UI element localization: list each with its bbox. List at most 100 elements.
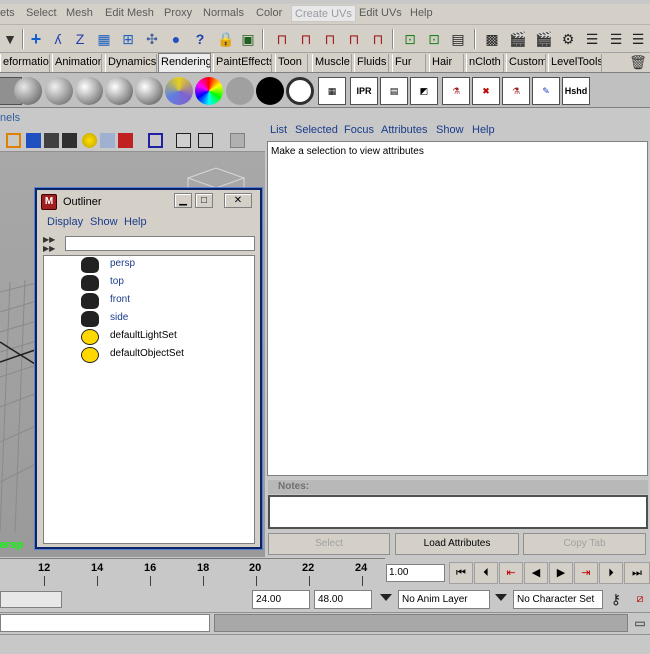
- menu-item-select[interactable]: Select: [26, 7, 57, 19]
- menu-set-dropdown-icon[interactable]: ▼: [0, 28, 20, 50]
- go-to-start-icon[interactable]: ⏮: [449, 562, 473, 584]
- layered-shader-icon[interactable]: [165, 77, 193, 105]
- ipr-render-shelf-icon[interactable]: IPR: [350, 77, 378, 105]
- step-back-key-icon[interactable]: ⇤: [499, 562, 523, 584]
- tab-toon[interactable]: Toon: [275, 54, 308, 72]
- tab-ncloth[interactable]: nCloth: [466, 54, 504, 72]
- playback-end-field[interactable]: 48.00: [314, 590, 372, 609]
- step-back-frame-icon[interactable]: ⏴: [474, 562, 498, 584]
- load-attributes-button[interactable]: Load Attributes: [395, 533, 519, 555]
- render-view-icon[interactable]: ▩: [482, 28, 502, 50]
- output-connections-icon[interactable]: ⊡: [424, 28, 444, 50]
- render-settings-icon[interactable]: ⚙: [558, 28, 578, 50]
- tab-muscle[interactable]: Muscle: [312, 54, 352, 72]
- render-flask-icon[interactable]: ⚗: [442, 77, 470, 105]
- magnet-curve-icon[interactable]: ⊓: [296, 28, 316, 50]
- menu-item-proxy[interactable]: Proxy: [164, 7, 192, 19]
- minimize-icon[interactable]: ▁: [174, 193, 192, 208]
- outliner-item-side[interactable]: side: [44, 310, 254, 328]
- shading-map-icon[interactable]: [226, 77, 254, 105]
- outliner-menu-display[interactable]: Display: [47, 216, 83, 228]
- menu-item-create-uvs[interactable]: Create UVs: [291, 5, 356, 22]
- outliner-item-defaultlightset[interactable]: defaultLightSet: [44, 328, 254, 346]
- menu-item-mesh[interactable]: Mesh: [66, 7, 93, 19]
- preferences-icon[interactable]: ⧄: [630, 588, 650, 610]
- maximize-icon[interactable]: □: [195, 193, 213, 208]
- play-backwards-icon[interactable]: ◀: [524, 562, 548, 584]
- time-slider[interactable]: 12 14 16 18 20 22 24: [0, 558, 385, 588]
- batch-render-flask-icon[interactable]: ⚗: [502, 77, 530, 105]
- phong-shader-icon[interactable]: [75, 77, 103, 105]
- xray-cube-icon[interactable]: [118, 133, 133, 148]
- tab-fur[interactable]: Fur: [392, 54, 426, 72]
- light-bulb-icon[interactable]: [82, 133, 97, 148]
- tab-painteffects[interactable]: PaintEffects: [213, 54, 272, 72]
- menu-item-edit-uvs[interactable]: Edit UVs: [359, 7, 402, 19]
- trash-icon[interactable]: 🗑: [628, 51, 648, 73]
- tab-custom[interactable]: Custom: [506, 54, 546, 72]
- shadow-cube-icon[interactable]: [100, 133, 115, 148]
- tab-hair[interactable]: Hair: [429, 54, 464, 72]
- current-frame-field[interactable]: 1.00: [386, 564, 445, 582]
- render-current-frame-icon[interactable]: ▦: [318, 77, 346, 105]
- ae-menu-show[interactable]: Show: [436, 124, 464, 136]
- close-icon[interactable]: ✕: [224, 193, 252, 208]
- resolution-gate-icon[interactable]: [230, 133, 245, 148]
- notes-field[interactable]: [268, 495, 648, 529]
- curve-tool-icon[interactable]: ʎ: [48, 28, 68, 50]
- construction-history-icon[interactable]: ▤: [448, 28, 468, 50]
- character-set-dropdown[interactable]: No Character Set: [513, 590, 603, 609]
- remove-render-icon[interactable]: ✖: [472, 77, 500, 105]
- ae-menu-selected[interactable]: Selected: [295, 124, 338, 136]
- lambert-shader-icon[interactable]: [14, 77, 42, 105]
- layout-toggle-icon[interactable]: ☰: [628, 28, 648, 50]
- menu-item-normals[interactable]: Normals: [203, 7, 244, 19]
- render-frame-icon[interactable]: 🎬: [508, 28, 528, 50]
- chevron-down-icon[interactable]: [495, 594, 507, 601]
- step-forward-key-icon[interactable]: ⇥: [574, 562, 598, 584]
- ae-menu-list[interactable]: List: [270, 124, 287, 136]
- grid-snap-icon[interactable]: ▦: [94, 28, 114, 50]
- tool-settings-toggle-icon[interactable]: ☰: [606, 28, 626, 50]
- render-settings-shelf-icon[interactable]: ▤: [380, 77, 408, 105]
- outliner-menu-show[interactable]: Show: [90, 216, 118, 228]
- outliner-menu-help[interactable]: Help: [124, 216, 147, 228]
- question-icon[interactable]: ?: [190, 28, 210, 50]
- filter-arrows-icon[interactable]: ▶▶ ▶▶: [43, 235, 63, 253]
- menu-item-color[interactable]: Color: [256, 7, 282, 19]
- ae-menu-help[interactable]: Help: [472, 124, 495, 136]
- tab-animation[interactable]: Animation: [52, 54, 102, 72]
- paint-brush-icon[interactable]: ✎: [532, 77, 560, 105]
- use-background-icon[interactable]: [286, 77, 314, 105]
- textured-cube-icon[interactable]: [62, 133, 77, 148]
- tab-rendering[interactable]: Rendering: [158, 53, 211, 73]
- anisotropic-shader-icon[interactable]: [135, 77, 163, 105]
- range-slider-bar[interactable]: [0, 591, 62, 608]
- film-gate-icon[interactable]: [198, 133, 213, 148]
- outliner-filter-input[interactable]: [65, 236, 255, 251]
- snap-curve-icon[interactable]: ⊞: [118, 28, 138, 50]
- create-plus-icon[interactable]: +: [26, 28, 46, 50]
- selection-mask-icon[interactable]: ▣: [238, 28, 258, 50]
- outliner-item-top[interactable]: top: [44, 274, 254, 292]
- tab-leveltools[interactable]: LevelTools: [548, 54, 602, 72]
- ae-menu-focus[interactable]: Focus: [344, 124, 374, 136]
- outliner-item-front[interactable]: front: [44, 292, 254, 310]
- sphere-icon[interactable]: ●: [166, 28, 186, 50]
- surface-shader-icon[interactable]: [256, 77, 284, 105]
- hardware-shading-icon[interactable]: Hshd: [562, 77, 590, 105]
- panels-menu[interactable]: nels: [0, 112, 20, 124]
- blinn-shader-icon[interactable]: [45, 77, 73, 105]
- ae-menu-attributes[interactable]: Attributes: [381, 124, 427, 136]
- select-button[interactable]: Select: [268, 533, 390, 555]
- command-input[interactable]: [0, 614, 210, 632]
- chevron-down-icon[interactable]: [380, 594, 392, 601]
- isolate-select-icon[interactable]: [148, 133, 163, 148]
- channel-box-toggle-icon[interactable]: ☰: [582, 28, 602, 50]
- ramp-shader-icon[interactable]: [195, 77, 223, 105]
- lock-icon[interactable]: 🔒: [216, 28, 236, 50]
- snap-point-icon[interactable]: ✣: [142, 28, 162, 50]
- tab-dynamics[interactable]: Dynamics: [105, 54, 157, 72]
- end-time-field[interactable]: 24.00: [252, 590, 310, 609]
- wireframe-cube-icon[interactable]: [6, 133, 21, 148]
